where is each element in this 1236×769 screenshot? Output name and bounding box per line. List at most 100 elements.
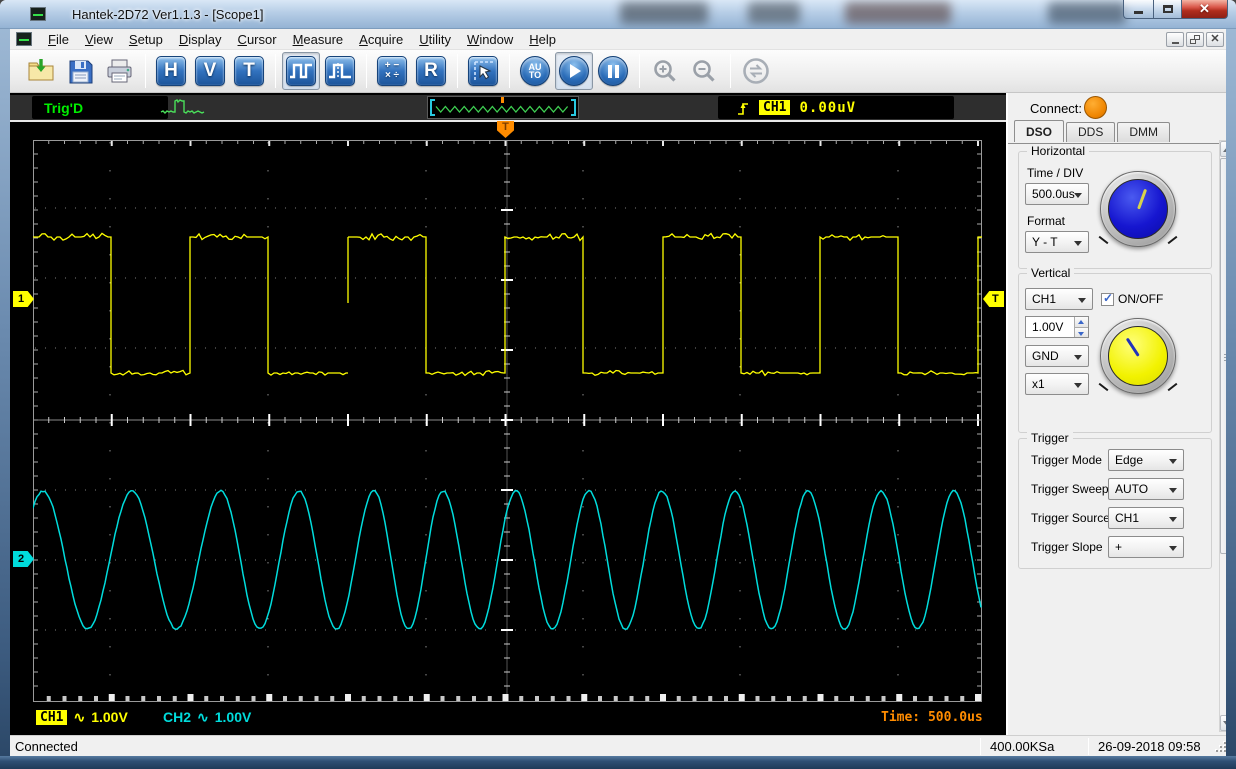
connect-status-light[interactable] xyxy=(1084,96,1107,119)
toolbar-save-button[interactable] xyxy=(61,52,99,90)
toolbar-autoset-button[interactable]: AUTO xyxy=(516,52,554,90)
menu-view[interactable]: View xyxy=(77,30,121,49)
ch1-chip: CH1 xyxy=(36,710,67,725)
checkbox-check-icon xyxy=(1101,293,1114,306)
toolbar-separator xyxy=(145,54,146,88)
trigger-source-row: Trigger Source CH1 xyxy=(1027,507,1203,531)
trigger-position-marker[interactable]: T xyxy=(497,121,514,138)
trigger-slope-value: + xyxy=(1115,540,1122,554)
ch2-level-marker[interactable]: 2 xyxy=(13,551,34,567)
app-window: Hantek-2D72 Ver1.1.3 - [Scope1] ✕ FileVi… xyxy=(0,0,1236,769)
trigger-level-value: 0.00uV xyxy=(799,100,856,116)
trigger-sweep-row: Trigger Sweep AUTO xyxy=(1027,478,1203,502)
trigger-group-title: Trigger xyxy=(1027,431,1073,445)
trigger-readout-box: CH1 0.00uV xyxy=(718,96,954,119)
toolbar-vertical-panel-button[interactable]: V xyxy=(191,52,229,90)
connection-status: Connected xyxy=(15,739,78,754)
volt-scale-spinner[interactable]: 1.00V xyxy=(1025,316,1089,338)
toolbar-horizontal-panel-button[interactable]: H xyxy=(152,52,190,90)
vertical-knob[interactable] xyxy=(1100,318,1176,394)
window-border xyxy=(0,756,1236,769)
maximize-button[interactable] xyxy=(1153,0,1182,19)
toolbar-zoom-out-button[interactable] xyxy=(685,52,723,90)
toolbar-pause-button[interactable] xyxy=(594,52,632,90)
trigger-status: Trig'D xyxy=(44,100,83,116)
menu-cursor[interactable]: Cursor xyxy=(230,30,285,49)
trigger-sweep-label: Trigger Sweep xyxy=(1031,482,1109,496)
window-border xyxy=(0,29,10,756)
app-icon xyxy=(30,7,46,21)
toolbar-separator xyxy=(275,54,276,88)
vertical-group: Vertical CH1 ON/OFF 1.00V GND x1 xyxy=(1018,273,1212,433)
toolbar-math-button[interactable]: + −× ÷ xyxy=(373,52,411,90)
glass-blur-blob xyxy=(845,2,951,24)
toolbar-refresh-button[interactable] xyxy=(737,52,775,90)
scope-document-icon[interactable] xyxy=(16,32,32,46)
toolbar-trigger-panel-button[interactable]: T xyxy=(230,52,268,90)
menu-setup[interactable]: Setup xyxy=(121,30,171,49)
format-select[interactable]: Y - T xyxy=(1025,231,1089,253)
control-panel: Connect: DSODDSDMM Horizontal Time / DIV… xyxy=(1006,93,1230,735)
menu-help[interactable]: Help xyxy=(521,30,564,49)
menu-acquire[interactable]: Acquire xyxy=(351,30,411,49)
mdi-close-button[interactable]: ✕ xyxy=(1206,32,1224,47)
menu-measure[interactable]: Measure xyxy=(285,30,352,49)
run-icon xyxy=(559,56,589,86)
horizontal-group: Horizontal Time / DIV 500.0us Format Y -… xyxy=(1018,151,1212,269)
toolbar-print-button[interactable] xyxy=(100,52,138,90)
trigger-level-marker[interactable]: T xyxy=(983,291,1004,307)
channel-select[interactable]: CH1 xyxy=(1025,288,1093,310)
tab-dso[interactable]: DSO xyxy=(1014,120,1064,142)
toolbar-run-button[interactable] xyxy=(555,52,593,90)
time-div-select[interactable]: 500.0us xyxy=(1025,183,1089,205)
time-div-label: Time / DIV xyxy=(1027,166,1083,180)
menu-utility[interactable]: Utility xyxy=(411,30,459,49)
horizontal-group-title: Horizontal xyxy=(1027,144,1089,158)
trigger-slope-row: Trigger Slope + xyxy=(1027,536,1203,560)
toolbar-cursor-measure-button[interactable] xyxy=(464,52,502,90)
toolbar-separator xyxy=(366,54,367,88)
title-bar: Hantek-2D72 Ver1.1.3 - [Scope1] ✕ xyxy=(0,0,1236,29)
glass-blur-blob xyxy=(1048,2,1126,24)
mdi-restore-button[interactable] xyxy=(1186,32,1204,47)
statusbar-separator xyxy=(980,738,981,755)
trigger-mode-select[interactable]: Edge xyxy=(1108,449,1184,471)
menu-window[interactable]: Window xyxy=(459,30,521,49)
menu-display[interactable]: Display xyxy=(171,30,230,49)
window-title: Hantek-2D72 Ver1.1.3 - [Scope1] xyxy=(72,7,264,22)
probe-select[interactable]: x1 xyxy=(1025,373,1089,395)
probe-value: x1 xyxy=(1032,377,1045,391)
menu-file[interactable]: File xyxy=(40,30,77,49)
trigger-source-select[interactable]: CH1 xyxy=(1108,507,1184,529)
waveform-preview[interactable] xyxy=(427,96,579,119)
close-button[interactable]: ✕ xyxy=(1182,0,1228,19)
trigger-sweep-select[interactable]: AUTO xyxy=(1108,478,1184,500)
channel-onoff-checkbox[interactable]: ON/OFF xyxy=(1101,292,1163,306)
toolbar-waveform-record-button[interactable] xyxy=(321,52,359,90)
toolbar-waveform-display-button[interactable] xyxy=(282,52,320,90)
ch1-level-marker[interactable]: 1 xyxy=(13,291,34,307)
tab-dmm[interactable]: DMM xyxy=(1117,122,1170,142)
reference-icon: R xyxy=(416,56,446,86)
toolbar-separator xyxy=(457,54,458,88)
trigger-source-chip: CH1 xyxy=(759,100,790,115)
preview-right-bracket-icon xyxy=(571,99,576,116)
trigger-slope-label: Trigger Slope xyxy=(1031,540,1103,554)
minimize-button[interactable] xyxy=(1123,0,1153,19)
zoom-in-icon xyxy=(652,58,679,85)
toolbar-reference-button[interactable]: R xyxy=(412,52,450,90)
scope-display-area: Trig'D CH1 0.00uV T 1 xyxy=(10,93,1006,735)
toolbar-open-button[interactable] xyxy=(22,52,60,90)
pause-icon xyxy=(598,56,628,86)
time-footer-label: Time: 500.0us xyxy=(873,706,991,728)
horizontal-knob[interactable] xyxy=(1100,171,1176,247)
refresh-icon xyxy=(742,57,770,85)
toolbar-zoom-in-button[interactable] xyxy=(646,52,684,90)
mdi-minimize-button[interactable] xyxy=(1166,32,1184,47)
tab-dds[interactable]: DDS xyxy=(1066,122,1115,142)
ch1-scale: 1.00V xyxy=(91,709,128,725)
coupling-select[interactable]: GND xyxy=(1025,345,1089,367)
scope-grid[interactable] xyxy=(33,140,982,702)
zoom-out-icon xyxy=(691,58,718,85)
trigger-slope-select[interactable]: + xyxy=(1108,536,1184,558)
